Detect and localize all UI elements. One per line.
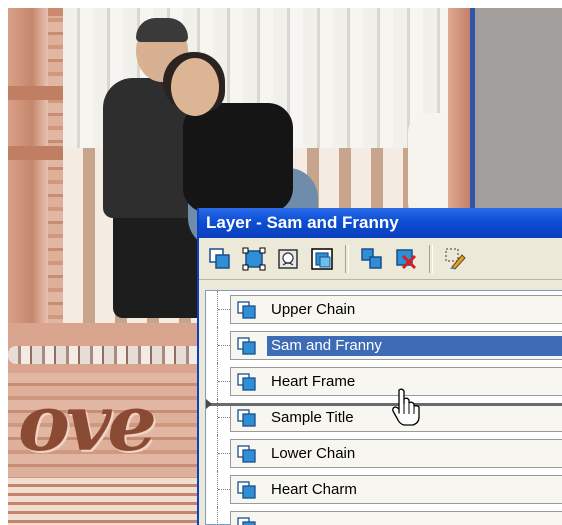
layer-label: Heart Charm [271, 481, 357, 498]
tree-connector-tick [218, 381, 230, 382]
drag-insertion-marker [206, 399, 212, 409]
tree-connector-tick [218, 309, 230, 310]
ribbon-lower [8, 146, 63, 160]
layer-label: Lower Chain [271, 445, 356, 462]
new-mask-layer-button[interactable] [273, 244, 303, 274]
layer-item[interactable]: Lower Chain [230, 439, 562, 468]
layer-row-sam-and-franny[interactable]: Sam and Franny [206, 327, 562, 363]
delete-layer-icon [396, 248, 417, 269]
layer-row-upper-chain[interactable]: Upper Chain [206, 291, 562, 327]
layer-item-selected[interactable]: Sam and Franny [230, 331, 562, 360]
layer-palette: Layer - Sam and Franny Upper Chain Sam a… [197, 208, 562, 525]
edit-selected-layer-icon [445, 248, 466, 270]
palette-title-bar[interactable]: Layer - Sam and Franny [199, 208, 562, 238]
layer-label: Upper Chain [271, 301, 356, 318]
new-raster-layer-button[interactable] [205, 244, 235, 274]
palette-title: Layer - Sam and Franny [206, 213, 399, 232]
tree-connector-tick [218, 417, 230, 418]
tree-connector-tick [218, 489, 230, 490]
layer-item[interactable] [230, 511, 562, 525]
layer-row-heart-frame[interactable]: Heart Frame [206, 363, 562, 399]
drag-insertion-line [206, 403, 562, 406]
layer-label: Sample Title [271, 409, 354, 426]
toolbar-separator [429, 244, 433, 273]
new-vector-layer-icon [242, 247, 266, 270]
photo-man-hair [136, 18, 188, 42]
layer-item[interactable]: Upper Chain [230, 295, 562, 324]
duplicate-layer-button[interactable] [357, 244, 387, 274]
layer-list[interactable]: Upper Chain Sam and Franny Heart Frame S… [205, 290, 562, 525]
layer-label: Sam and Franny [267, 336, 562, 356]
raster-layer-icon [237, 409, 256, 427]
raster-layer-icon [237, 337, 256, 355]
photo-cushion [408, 113, 448, 223]
script-title-text: ove [18, 378, 157, 469]
delete-layer-button[interactable] [391, 244, 421, 274]
tree-connector-tick [218, 345, 230, 346]
layer-item[interactable]: Heart Charm [230, 475, 562, 504]
raster-layer-icon [237, 445, 256, 463]
toolbar-separator [345, 244, 349, 273]
new-raster-layer-icon [209, 247, 230, 269]
raster-layer-icon [237, 481, 256, 499]
layer-row-lower-chain[interactable]: Lower Chain [206, 435, 562, 471]
palette-toolbar [199, 238, 562, 280]
new-vector-layer-button[interactable] [239, 244, 269, 274]
hand-cursor-icon [392, 388, 420, 426]
raster-layer-icon [237, 301, 256, 319]
tree-connector-tick [218, 453, 230, 454]
ribbon-upper [8, 86, 68, 100]
duplicate-layer-icon [361, 247, 382, 269]
photo-woman-face [171, 58, 219, 116]
lower-chain-graphic [8, 346, 208, 364]
raster-layer-icon [237, 517, 256, 525]
raster-layer-icon [237, 373, 256, 391]
new-adjustment-layer-button[interactable] [307, 244, 337, 274]
photo-woman-top [183, 103, 293, 213]
new-adjustment-layer-icon [311, 247, 333, 270]
edit-selected-layer-button[interactable] [441, 244, 471, 274]
layer-row-heart-charm[interactable]: Heart Charm [206, 471, 562, 507]
tree-connector [217, 507, 219, 525]
frame-left-edge [8, 8, 48, 338]
layer-row-partial[interactable] [206, 507, 562, 525]
layer-label: Heart Frame [271, 373, 356, 390]
new-mask-layer-icon [278, 248, 298, 269]
